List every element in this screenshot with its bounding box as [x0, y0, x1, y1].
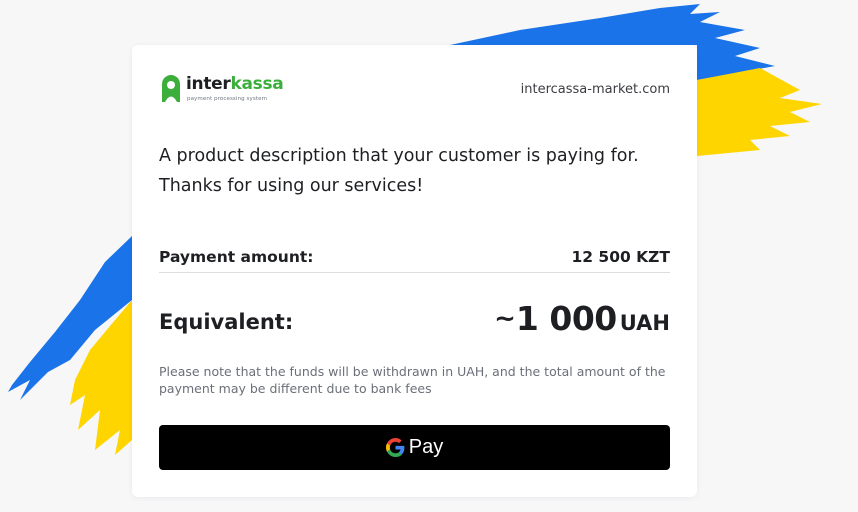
logo-wordmark: interkassa	[186, 74, 284, 94]
equivalent-amount: ~1 000 UAH	[494, 299, 670, 338]
flag-yellow-stroke-right	[697, 68, 822, 156]
equivalent-label: Equivalent:	[159, 310, 294, 334]
equivalent-number: 1 000	[515, 299, 617, 338]
google-g-icon	[385, 438, 405, 457]
bank-fee-note: Please note that the funds will be withd…	[159, 364, 666, 396]
payment-card: interkassa payment processing system int…	[132, 45, 697, 497]
google-pay-button[interactable]: Pay	[159, 425, 670, 470]
interkassa-logo-icon	[162, 75, 180, 102]
payment-amount-value: 12 500 KZT	[571, 248, 670, 266]
equivalent-row: Equivalent: ~1 000 UAH	[159, 297, 670, 339]
logo-tagline: payment processing system	[187, 96, 268, 102]
google-pay-label: Pay	[408, 436, 444, 458]
payment-amount-row: Payment amount: 12 500 KZT	[159, 244, 670, 273]
merchant-logo: interkassa payment processing system	[159, 72, 284, 112]
equivalent-currency: UAH	[619, 311, 670, 335]
product-description: A product description that your customer…	[159, 146, 639, 196]
merchant-site: intercassa-market.com	[520, 82, 670, 97]
equivalent-tilde: ~	[494, 304, 516, 334]
logo-word-kassa: kassa	[230, 74, 284, 94]
logo-word-inter: inter	[186, 74, 231, 94]
card-header: interkassa payment processing system int…	[159, 72, 670, 112]
payment-amount-label: Payment amount:	[159, 248, 314, 266]
